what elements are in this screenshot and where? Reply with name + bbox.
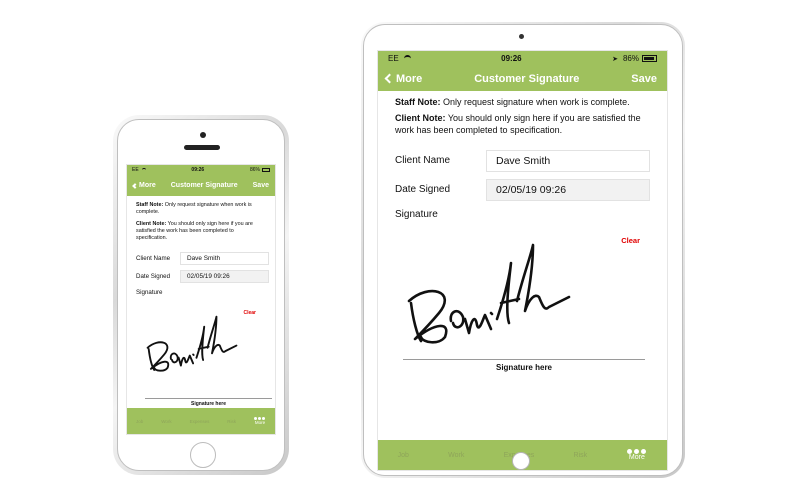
- chevron-left-icon: [132, 182, 138, 189]
- signature-baseline: [403, 359, 645, 361]
- battery-icon: [261, 168, 270, 172]
- tab-more[interactable]: More: [626, 449, 647, 461]
- wifi-icon: [403, 55, 411, 62]
- tab-risk[interactable]: Risk: [227, 419, 236, 424]
- carrier-label: EE: [132, 167, 139, 173]
- signature-label: Signature: [136, 289, 163, 297]
- date-signed-row: Date Signed: [136, 270, 269, 284]
- navigation-bar: More Customer Signature Save: [378, 66, 667, 91]
- save-button[interactable]: Save: [253, 182, 269, 189]
- location-arrow-icon: ➤: [612, 55, 618, 63]
- tab-more[interactable]: More: [254, 417, 266, 425]
- signature-label: Signature: [395, 208, 438, 220]
- phone-screen: EE 09:26 86% More Customer Signature Sav…: [126, 164, 276, 435]
- tab-risk[interactable]: Risk: [574, 452, 588, 459]
- client-name-label: Client Name: [395, 154, 451, 166]
- date-signed-field: [180, 270, 269, 284]
- wifi-icon: [141, 168, 146, 172]
- tab-job[interactable]: Job: [136, 419, 143, 424]
- client-note: Client Note: You should only sign here i…: [136, 221, 266, 243]
- client-name-label: Client Name: [136, 254, 171, 262]
- status-bar: EE 09:26 ➤ 86%: [378, 51, 667, 66]
- client-note-label: Client Note:: [136, 220, 167, 227]
- staff-note: Staff Note: Only request signature when …: [136, 202, 266, 217]
- signature-pad[interactable]: Clear Signature here: [395, 221, 650, 376]
- phone-home-button[interactable]: [190, 442, 216, 468]
- back-button[interactable]: More: [132, 182, 156, 189]
- back-label: More: [396, 72, 423, 85]
- tab-more-label: More: [254, 420, 266, 425]
- client-name-row: Client Name: [136, 252, 269, 266]
- page-title: Customer Signature: [474, 72, 580, 85]
- battery-percent: 86%: [622, 54, 639, 63]
- date-signed-label: Date Signed: [395, 183, 451, 195]
- staff-note-text: Only request signature when work is comp…: [443, 97, 630, 107]
- back-label: More: [139, 182, 156, 189]
- status-time: 09:26: [501, 54, 522, 63]
- tab-job[interactable]: Job: [398, 452, 409, 459]
- tablet-screen: EE 09:26 ➤ 86% More Customer Signature S…: [377, 50, 668, 471]
- staff-note-label: Staff Note:: [395, 97, 441, 107]
- staff-note-label: Staff Note:: [136, 202, 164, 208]
- back-button[interactable]: More: [384, 72, 423, 85]
- client-note-label: Client Note:: [395, 113, 446, 124]
- clear-button[interactable]: Clear: [621, 236, 640, 245]
- client-name-row: Client Name: [395, 149, 650, 172]
- signature-stroke: [407, 243, 571, 344]
- phone-camera-icon: [200, 132, 206, 138]
- signature-baseline: [145, 397, 272, 399]
- tablet-home-button[interactable]: [512, 452, 530, 470]
- signature-caption: Signature here: [495, 363, 552, 373]
- phone-device: EE 09:26 86% More Customer Signature Sav…: [113, 115, 289, 475]
- battery-icon: [642, 55, 657, 62]
- navigation-bar: More Customer Signature Save: [127, 175, 275, 196]
- tablet-camera-icon: [519, 34, 524, 39]
- battery-percent: 86%: [249, 167, 260, 173]
- tab-expenses[interactable]: Expenses: [190, 419, 210, 424]
- form-content: Staff Note: Only request signature when …: [127, 196, 275, 418]
- clear-button[interactable]: Clear: [243, 310, 256, 317]
- signature-stroke: [146, 315, 238, 372]
- client-name-input[interactable]: [486, 149, 650, 172]
- chevron-left-icon: [384, 73, 395, 84]
- date-signed-label: Date Signed: [136, 272, 171, 280]
- phone-speaker-icon: [184, 145, 220, 150]
- carrier-label: EE: [388, 54, 399, 63]
- tab-bar: Job Work Expenses Risk More: [127, 408, 275, 434]
- client-note: Client Note: You should only sign here i…: [395, 113, 650, 136]
- tablet-device: EE 09:26 ➤ 86% More Customer Signature S…: [361, 22, 685, 478]
- staff-note: Staff Note: Only request signature when …: [395, 97, 650, 108]
- save-button[interactable]: Save: [631, 73, 657, 85]
- tab-work[interactable]: Work: [448, 452, 464, 459]
- form-content: Staff Note: Only request signature when …: [378, 91, 667, 376]
- status-bar: EE 09:26 86%: [127, 165, 275, 175]
- client-name-input[interactable]: [180, 252, 269, 266]
- signature-pad[interactable]: Clear Signature here: [136, 298, 272, 418]
- status-time: 09:26: [191, 167, 205, 173]
- tab-work[interactable]: Work: [161, 419, 171, 424]
- page-title: Customer Signature: [170, 182, 238, 189]
- tab-more-label: More: [628, 454, 645, 461]
- date-signed-row: Date Signed: [395, 178, 650, 201]
- date-signed-field: [486, 178, 650, 201]
- signature-caption: Signature here: [190, 400, 226, 407]
